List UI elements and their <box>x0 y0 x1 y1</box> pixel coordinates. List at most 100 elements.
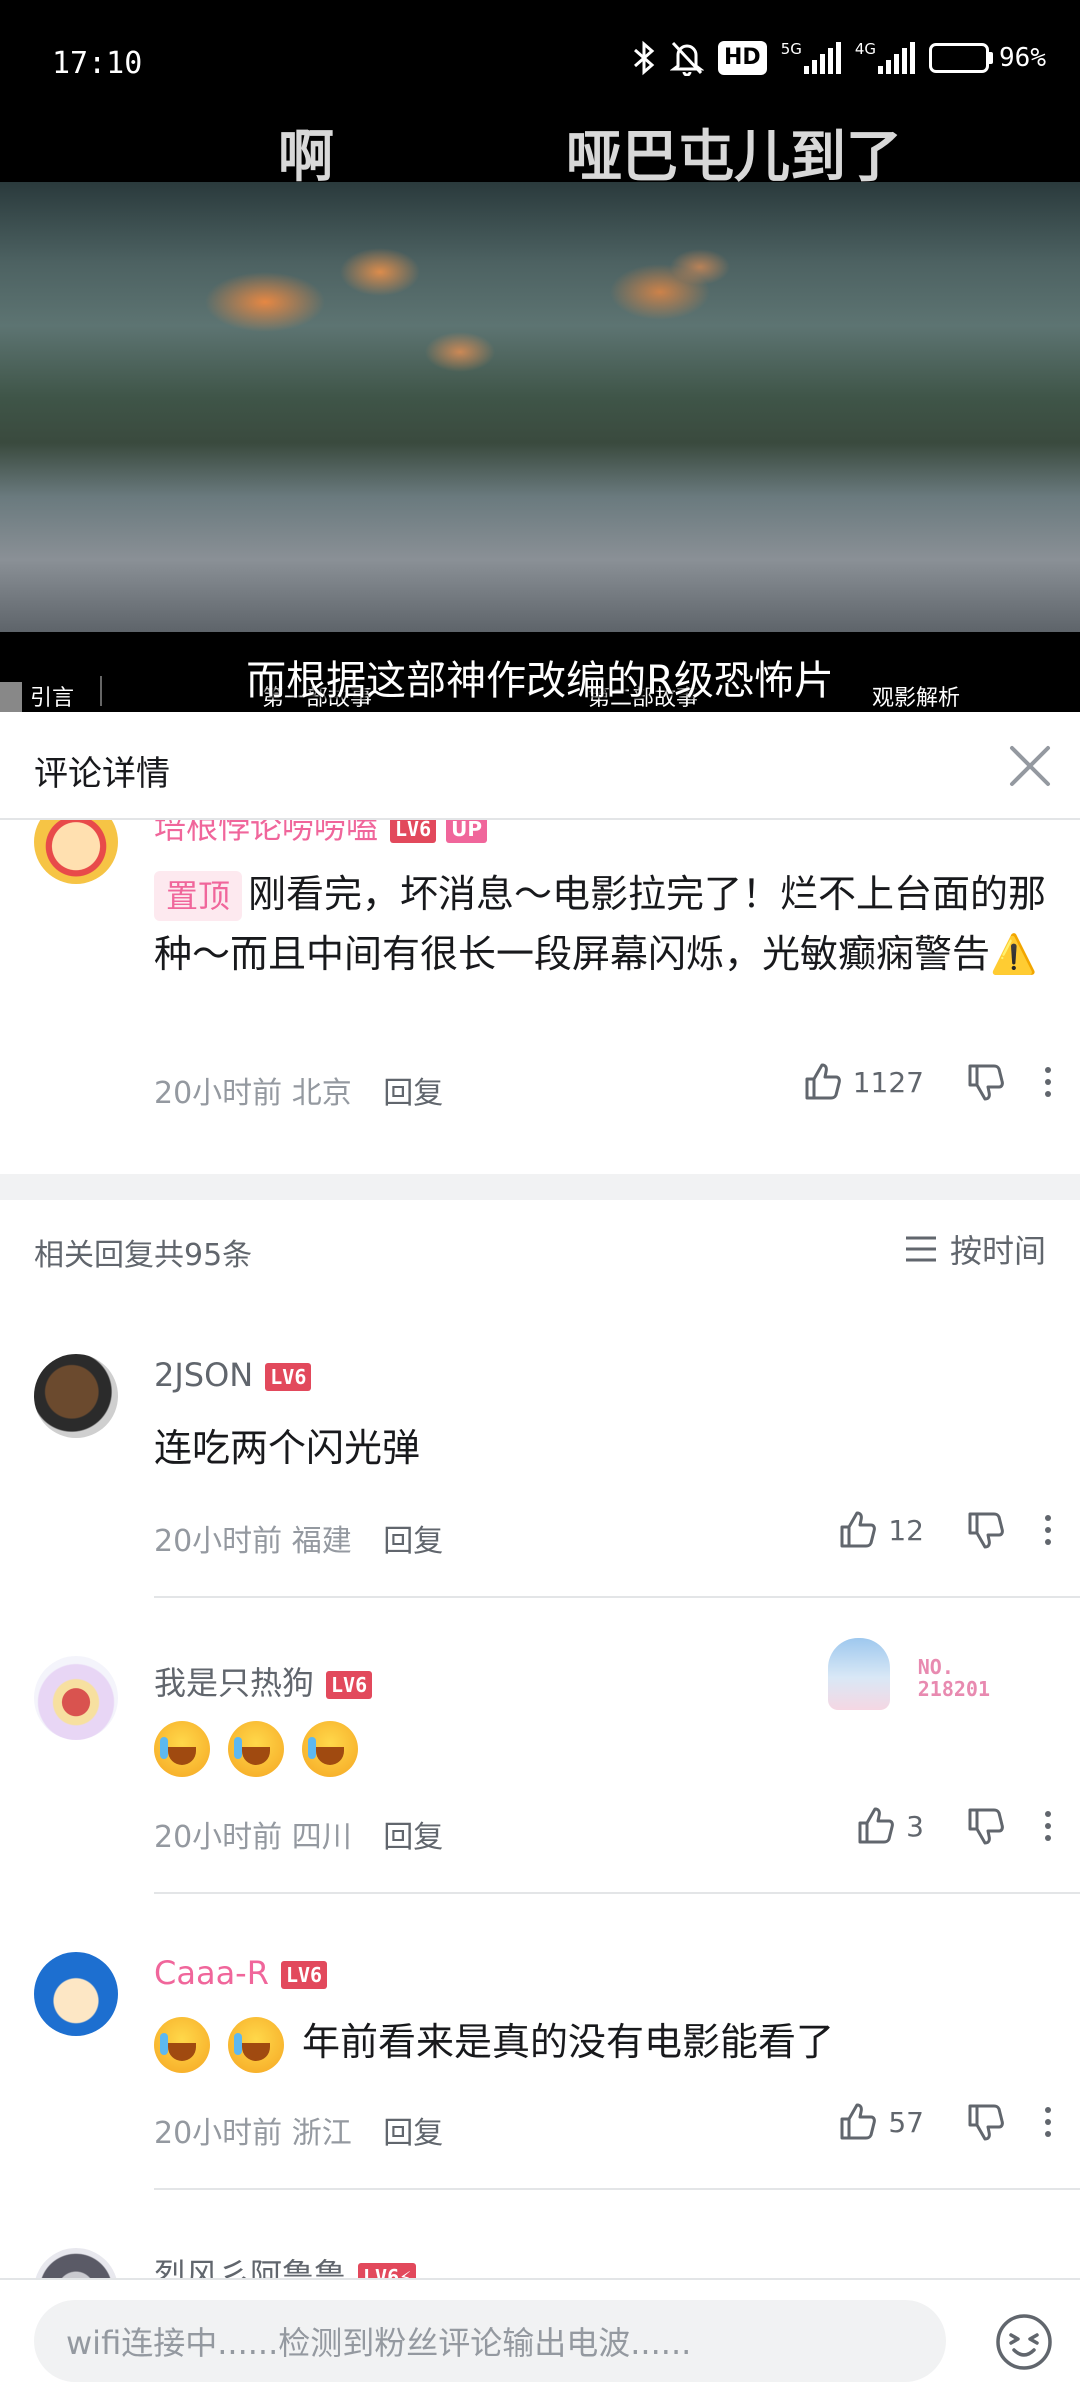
avatar[interactable] <box>34 1354 118 1438</box>
reply-actions: 12 <box>836 1508 1058 1552</box>
laughing-crying-emoji-icon <box>302 1720 358 1777</box>
like-button[interactable]: 1127 <box>801 1060 924 1104</box>
video-subtitle: 而根据这部神作改编的R级恐怖片 <box>246 658 834 704</box>
level-badge: LV6 <box>326 1671 373 1699</box>
thumbs-down-icon[interactable] <box>964 1060 1008 1104</box>
laughing-crying-emoji-icon <box>154 1720 210 1777</box>
divider <box>154 2188 1080 2190</box>
network-4g-label: 4G <box>854 40 877 58</box>
level-badge: LV6 <box>280 1961 328 1989</box>
video-frame <box>0 182 1080 632</box>
signal-4g: 4G <box>854 38 916 78</box>
emoji-icon[interactable] <box>994 2312 1054 2372</box>
reply-text: 连吃两个闪光弹 <box>154 1426 421 1470</box>
reply-location: 四川 <box>291 1820 352 1855</box>
comment-text: 置顶 刚看完，坏消息〜电影拉完了！烂不上台面的那种〜而且中间有很长一段屏幕闪烁，光… <box>154 864 1054 984</box>
reply-item: Caaa-R LV6 年前看来是真的没有电影能看了 20小时前 浙江 回复 57 <box>0 1912 1080 2208</box>
username-text: 我是只热狗 <box>154 1664 315 1702</box>
reply-button[interactable]: 回复 <box>383 1076 443 1111</box>
reply-username[interactable]: 我是只热狗 LV6 <box>154 1658 373 1704</box>
bell-off-icon <box>670 38 704 78</box>
thumbs-up-icon <box>858 1807 895 1844</box>
comment-input-bar: wifi连接中......检测到粉丝评论输出电波...... <box>0 2278 1080 2400</box>
like-button[interactable]: 3 <box>854 1804 924 1848</box>
fan-badge-avatar <box>828 1638 890 1710</box>
avatar[interactable] <box>34 2248 118 2278</box>
reply-count: 相关回复共95条 <box>34 1238 253 1273</box>
username-text: 培根悖论唠唠嗑 <box>154 820 379 846</box>
bluetooth-icon <box>632 38 656 78</box>
reply-location: 浙江 <box>291 2116 352 2151</box>
battery-percent: 96% <box>999 43 1046 73</box>
up-badge: UP <box>446 820 488 843</box>
reply-button[interactable]: 回复 <box>383 1820 443 1855</box>
comment-location: 北京 <box>291 1076 352 1111</box>
comment-panel-header: 评论详情 <box>0 712 1080 820</box>
thumbs-up-icon <box>840 1511 877 1548</box>
section-separator <box>0 1174 1080 1200</box>
fan-badge-number: NO. 218201 <box>918 1656 990 1700</box>
username-text: 烈风彡阿鲁鲁 <box>154 2256 347 2278</box>
battery-icon: 96% <box>929 38 1046 78</box>
avatar[interactable] <box>34 1656 118 1740</box>
thumbs-up-icon <box>805 1063 841 1100</box>
panel-title: 评论详情 <box>34 754 170 794</box>
network-5g-label: 5G <box>780 40 802 58</box>
close-icon[interactable] <box>1002 738 1058 794</box>
like-count: 57 <box>888 2105 924 2139</box>
laughing-crying-emoji-icon <box>154 2016 210 2073</box>
avatar[interactable] <box>34 820 118 884</box>
reply-button[interactable]: 回复 <box>383 1524 443 1559</box>
more-options-icon[interactable] <box>1038 1508 1058 1552</box>
list-icon <box>905 1236 936 1262</box>
thumbs-down-icon[interactable] <box>964 1508 1008 1552</box>
level-badge: LV6⚡ <box>358 2263 417 2278</box>
like-count: 1127 <box>852 1065 924 1099</box>
username-text: Caaa-R <box>154 1954 269 1992</box>
reply-button[interactable]: 回复 <box>383 2116 443 2151</box>
like-button[interactable]: 57 <box>836 2100 924 2144</box>
laughing-crying-emoji-icon <box>228 1720 284 1777</box>
thumbs-down-icon[interactable] <box>964 2100 1008 2144</box>
status-time: 17:10 <box>52 46 143 81</box>
avatar[interactable] <box>34 1952 118 2036</box>
reply-text <box>154 1716 1054 1777</box>
thumbs-down-icon[interactable] <box>964 1804 1008 1848</box>
sort-button[interactable]: 按时间 <box>904 1226 1046 1272</box>
reply-meta: 20小时前 浙江 回复 <box>154 2108 443 2152</box>
fan-badge-id: 218201 <box>917 1677 990 1701</box>
comment-list[interactable]: 培根悖论唠唠嗑 LV6 UP 置顶 刚看完，坏消息〜电影拉完了！烂不上台面的那种〜而且… <box>0 820 1080 2278</box>
more-options-icon[interactable] <box>1038 1804 1058 1848</box>
comment-input[interactable]: wifi连接中......检测到粉丝评论输出电波...... <box>34 2300 946 2382</box>
reply-meta: 20小时前 四川 回复 <box>154 1812 443 1856</box>
reply-text: 年前看来是真的没有电影能看了 <box>154 2012 1054 2073</box>
reply-time: 20小时前 <box>154 2116 283 2151</box>
comment-body: 刚看完，坏消息〜电影拉完了！烂不上台面的那种〜而且中间有很长一段屏幕闪烁，光敏癫… <box>154 872 1047 976</box>
comment-actions: 1127 <box>801 1060 1058 1104</box>
divider <box>154 1892 1080 1894</box>
reply-username[interactable]: 烈风彡阿鲁鲁 LV6⚡ <box>154 2250 417 2278</box>
hd-badge: HD <box>718 41 767 75</box>
reply-meta: 20小时前 福建 回复 <box>154 1516 443 1560</box>
comment-detail-page: 17:10 HD 5G 4G 96% 啊 哑巴屯儿到了 引言 第一部故事 第二部… <box>0 0 1080 2400</box>
laughing-crying-emoji-icon <box>228 2016 284 2073</box>
reply-actions: 3 <box>854 1804 1058 1848</box>
reply-username[interactable]: Caaa-R LV6 <box>154 1954 328 1992</box>
level-badge: LV6 <box>265 1363 312 1391</box>
comment-username[interactable]: 培根悖论唠唠嗑 LV6 UP <box>154 820 488 848</box>
status-bar: 17:10 HD 5G 4G 96% <box>0 0 1080 120</box>
replies-header: 相关回复共95条 按时间 <box>0 1214 1080 1284</box>
username-text: 2JSON <box>154 1356 254 1394</box>
video-player[interactable]: 啊 哑巴屯儿到了 引言 第一部故事 第二部故事 观影解析 而根据这部神作改编的R… <box>0 120 1080 712</box>
thumbs-up-icon <box>840 2103 877 2140</box>
signal-bars-icon <box>878 42 916 74</box>
more-options-icon[interactable] <box>1038 2100 1058 2144</box>
sort-label: 按时间 <box>949 1232 1046 1270</box>
more-options-icon[interactable] <box>1038 1060 1058 1104</box>
reply-time: 20小时前 <box>154 1820 283 1855</box>
reply-body: 年前看来是真的没有电影能看了 <box>302 2020 835 2064</box>
fan-badge-no: NO. <box>917 1655 954 1679</box>
signal-bars-icon <box>803 42 841 74</box>
like-button[interactable]: 12 <box>836 1508 924 1552</box>
reply-username[interactable]: 2JSON LV6 <box>154 1356 312 1394</box>
